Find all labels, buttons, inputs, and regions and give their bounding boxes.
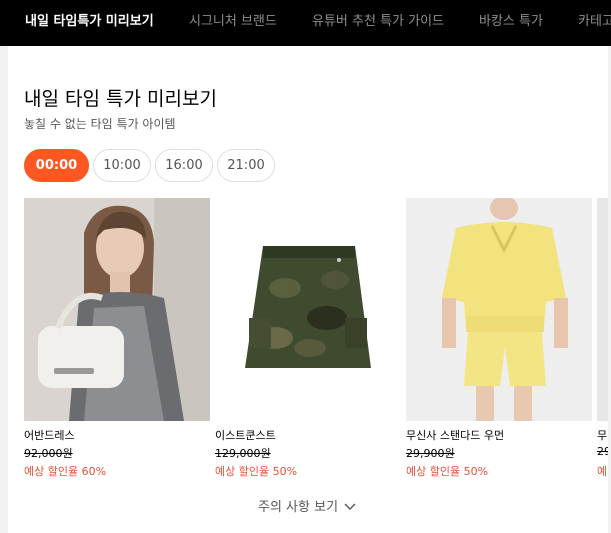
product-expected-discount: 예 <box>597 465 608 478</box>
nav-tab-category[interactable]: 카테고리 <box>578 0 611 46</box>
notice-label: 주의 사항 보기 <box>258 500 339 515</box>
product-expected-discount: 예상 할인율 60% <box>24 465 107 478</box>
time-slot-1600[interactable]: 16:00 <box>155 149 213 182</box>
product-expected-discount: 예상 할인율 50% <box>406 465 489 478</box>
product-brand: 무신사 스탠다드 우먼 <box>406 429 505 442</box>
product-image[interactable] <box>406 198 592 421</box>
product-original-price: 92,000원 <box>24 447 73 460</box>
chevron-down-icon <box>344 500 356 515</box>
nav-tab-youtuber-guide[interactable]: 유튜버 추천 특가 가이드 <box>312 0 444 46</box>
product-original-price: 29 <box>597 445 608 458</box>
top-nav: 내일 타임특가 미리보기 시그니처 브랜드 유튜버 추천 특가 가이드 바캉스 … <box>0 0 611 46</box>
product-card[interactable]: 무 29 예 <box>597 198 608 488</box>
time-sale-section: 내일 타임 특가 미리보기 놓칠 수 없는 타임 특가 아이템 00:00 10… <box>8 46 608 533</box>
time-slot-0000[interactable]: 00:00 <box>24 149 89 182</box>
product-original-price: 29,900원 <box>406 447 455 460</box>
section-title: 내일 타임 특가 미리보기 <box>24 88 217 110</box>
product-original-price: 129,000원 <box>215 447 271 460</box>
time-slot-2100[interactable]: 21:00 <box>217 149 275 182</box>
product-image[interactable] <box>24 198 210 421</box>
section-subtitle: 놓칠 수 없는 타임 특가 아이템 <box>24 117 176 131</box>
nav-tab-tomorrow-preview[interactable]: 내일 타임특가 미리보기 <box>25 0 154 46</box>
product-brand: 어반드레스 <box>24 429 75 442</box>
time-slot-1000[interactable]: 10:00 <box>93 149 151 182</box>
product-expected-discount: 예상 할인율 50% <box>215 465 298 478</box>
product-image[interactable] <box>597 198 608 421</box>
product-brand: 무 <box>597 429 608 442</box>
notice-toggle[interactable]: 주의 사항 보기 <box>258 496 356 515</box>
nav-tab-signature-brand[interactable]: 시그니처 브랜드 <box>189 0 277 46</box>
product-image[interactable] <box>215 198 401 421</box>
nav-tab-vacance-sale[interactable]: 바캉스 특가 <box>479 0 543 46</box>
product-brand: 이스트쿤스트 <box>215 429 276 442</box>
